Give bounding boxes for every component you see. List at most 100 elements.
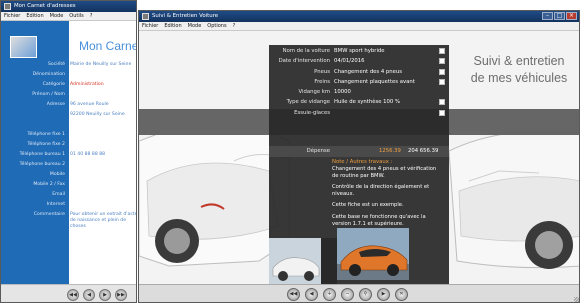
menu-fichier[interactable]: Fichier: [4, 12, 20, 20]
car-thumbnail-white[interactable]: [269, 238, 321, 284]
menu-outils[interactable]: Outils: [69, 12, 83, 20]
value-tel-bureau-1[interactable]: 01 40 88 88 88: [70, 150, 136, 160]
field-values: Mairie de Neuilly sur Seine Administrati…: [70, 60, 136, 230]
value-date-intervention[interactable]: 04/01/2016: [332, 56, 449, 66]
hero-title-line-1: Suivi & entretien: [473, 54, 565, 68]
menu-edition[interactable]: Edition: [26, 12, 43, 20]
value-nom-voiture[interactable]: BMW sport hybride: [332, 46, 449, 56]
address-book-footer: ◀◀ ◀ ▶ ▶▶: [1, 284, 136, 302]
value-vidange-km[interactable]: 10000: [332, 87, 449, 97]
value-tel-fixe-2[interactable]: [70, 140, 136, 150]
next-record-icon[interactable]: ▶: [99, 289, 111, 301]
record-values: BMW sport hybride 04/01/2016 Changement …: [332, 46, 449, 118]
value-adresse-1[interactable]: 96 avenue Roule: [70, 100, 136, 110]
minimize-icon[interactable]: –: [542, 12, 553, 20]
resize-grip[interactable]: [574, 297, 579, 302]
record-labels: Nom de la voiture Date d'intervention Pn…: [269, 46, 332, 118]
value-tel-bureau-2[interactable]: [70, 160, 136, 170]
window-title: Suivi & Entretien Voiture: [152, 13, 219, 19]
value-type-vidange[interactable]: Huile de synthèse 100 %: [332, 97, 449, 107]
value-mobile-fax[interactable]: [70, 180, 136, 190]
field-labels: Société Dénomination Catégorie Prénom / …: [1, 60, 67, 220]
value-blank[interactable]: [70, 120, 136, 130]
value-essuie-glaces[interactable]: [332, 108, 449, 118]
label-commentaire: Commentaire: [33, 212, 65, 217]
address-book-logo: [10, 36, 37, 58]
car-maintenance-window: Suivi & Entretien Voiture – □ × Fichier …: [138, 10, 580, 303]
label-tel-bureau-2: Téléphone bureau 2: [19, 162, 65, 167]
delete-record-icon[interactable]: −: [341, 288, 354, 301]
search-icon[interactable]: ⚲: [359, 288, 372, 301]
depense-value[interactable]: 1256.39: [379, 146, 401, 157]
close-icon[interactable]: ×: [566, 12, 577, 20]
label-date-intervention: Date d'intervention: [278, 58, 330, 65]
menu-help[interactable]: ?: [90, 12, 93, 20]
value-tel-fixe-1[interactable]: [70, 130, 136, 140]
car-thumbnail-orange[interactable]: [337, 228, 409, 280]
value-freins[interactable]: Changement plaquettes avant: [332, 77, 449, 87]
value-type-vidange-text: Huile de synthèse 100 %: [334, 99, 401, 106]
label-categorie: Catégorie: [42, 82, 65, 87]
first-record-icon[interactable]: ◀◀: [67, 289, 79, 301]
label-type-vidange: Type de vidange: [286, 99, 330, 106]
value-mobile[interactable]: [70, 170, 136, 180]
value-denomination[interactable]: [70, 70, 136, 80]
first-record-icon[interactable]: ◀◀: [287, 288, 300, 301]
value-vidange-text: 10000: [334, 89, 351, 96]
value-adresse-2[interactable]: 92200 Neuilly sur Seine: [70, 110, 136, 120]
window-title: Mon Carnet d'adresses: [14, 3, 76, 9]
address-book-titlebar[interactable]: Mon Carnet d'adresses: [1, 1, 136, 12]
record-stage: Suivi & entretien de mes véhicules Nom d…: [139, 31, 579, 284]
next-record-icon[interactable]: ▶: [377, 288, 390, 301]
note-line-1: Changement des 4 pneus et vérification d…: [332, 166, 437, 179]
notes-textarea[interactable]: Changement des 4 pneus et vérification d…: [332, 166, 444, 232]
prev-record-icon[interactable]: ◀: [305, 288, 318, 301]
checkbox-pneus[interactable]: [439, 68, 445, 75]
menu-mode[interactable]: Mode: [50, 12, 64, 20]
value-categorie[interactable]: Administration: [70, 80, 136, 90]
page-title: Mon Carnet: [79, 39, 137, 53]
checkbox-nom-voiture[interactable]: [439, 48, 445, 54]
last-record-icon[interactable]: ▶▶: [115, 289, 127, 301]
value-societe[interactable]: Mairie de Neuilly sur Seine: [70, 60, 136, 70]
maximize-icon[interactable]: □: [554, 12, 565, 20]
checkbox-type-vidange[interactable]: [439, 99, 445, 106]
nav-buttons: ◀◀ ◀ + − ⚲ ▶ ✕: [287, 288, 408, 301]
label-tel-fixe-2: Téléphone fixe 2: [27, 142, 65, 147]
note-line-3: Cette fiche est un exemple.: [332, 202, 404, 209]
car-maintenance-footer: ◀◀ ◀ + − ⚲ ▶ ✕: [139, 284, 579, 302]
value-pneus-text: Changement des 4 pneus: [334, 68, 403, 75]
prev-record-icon[interactable]: ◀: [83, 289, 95, 301]
label-vidange-km: Vidange km: [298, 89, 330, 96]
car-maintenance-titlebar[interactable]: Suivi & Entretien Voiture – □ ×: [139, 11, 579, 22]
label-essuie-glaces: Essuie-glaces: [294, 109, 330, 116]
address-book-body: Mon Carnet Société Dénomination Catégori…: [1, 21, 137, 302]
label-denomination: Dénomination: [32, 72, 65, 77]
white-car-icon: [269, 238, 321, 284]
value-pneus[interactable]: Changement des 4 pneus: [332, 67, 449, 77]
value-email[interactable]: [70, 190, 136, 200]
menu-fichier[interactable]: Fichier: [142, 22, 158, 30]
checkbox-freins[interactable]: [439, 78, 445, 85]
app-icon: [4, 3, 11, 10]
checkbox-date[interactable]: [439, 58, 445, 65]
menu-edition[interactable]: Edition: [164, 22, 181, 30]
menu-help[interactable]: ?: [233, 22, 236, 30]
add-record-icon[interactable]: +: [323, 288, 336, 301]
hero-title-line-2: de mes véhicules: [470, 71, 568, 85]
label-tel-fixe-1: Téléphone fixe 1: [27, 132, 65, 137]
label-freins: Freins: [314, 78, 330, 85]
value-prenom-nom[interactable]: [70, 90, 136, 100]
label-adresse: Adresse: [46, 102, 65, 107]
value-date-text: 04/01/2016: [334, 58, 365, 65]
value-commentaire[interactable]: Pour obtenir un extrait d'acte de naissa…: [70, 210, 136, 230]
label-internet: Internet: [46, 202, 65, 207]
nav-buttons: ◀◀ ◀ ▶ ▶▶: [67, 289, 127, 301]
value-internet[interactable]: [70, 200, 136, 210]
menu-mode[interactable]: Mode: [188, 22, 202, 30]
close-record-icon[interactable]: ✕: [395, 288, 408, 301]
hero-title: Suivi & entretien de mes véhicules: [459, 53, 579, 87]
checkbox-essuie-glaces[interactable]: [439, 109, 445, 116]
menu-options[interactable]: Options: [207, 22, 226, 30]
orange-car-icon: [337, 228, 409, 280]
